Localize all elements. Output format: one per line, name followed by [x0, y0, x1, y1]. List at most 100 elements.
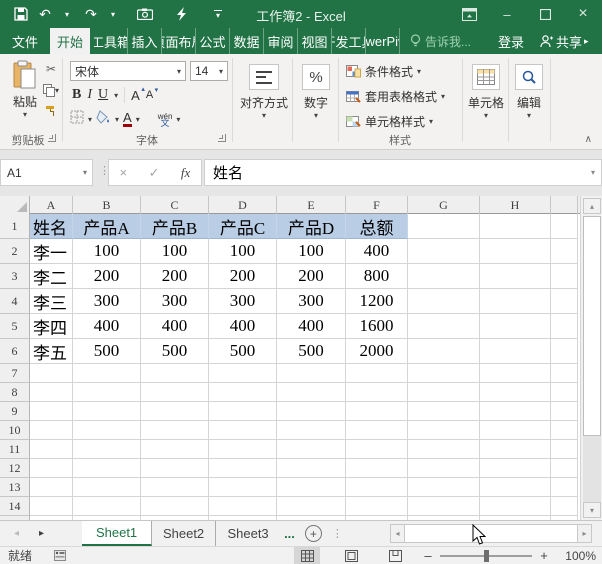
grid-cell[interactable] [480, 459, 551, 478]
grid-cell[interactable] [551, 459, 578, 478]
tell-me-box[interactable]: 告诉我... [410, 28, 484, 54]
column-header[interactable] [551, 196, 578, 214]
ribbon-tab[interactable]: 插入 [128, 28, 162, 54]
page-break-preview-button[interactable] [382, 547, 408, 564]
phonetic-dropdown-icon[interactable]: ▾ [176, 115, 180, 124]
ribbon-tab[interactable]: 开发工具 [332, 28, 366, 54]
editing-button[interactable]: 编辑 ▾ [512, 64, 546, 120]
phonetic-guide-button[interactable]: wén 文 [158, 113, 173, 127]
macro-record-icon[interactable] [54, 550, 66, 561]
grid-cell[interactable] [30, 478, 73, 497]
ribbon-display-options-icon[interactable] [450, 0, 488, 28]
format-painter-icon[interactable] [45, 105, 57, 117]
sheet-tab[interactable]: Sheet3 [216, 521, 280, 546]
grid-cell[interactable] [346, 421, 408, 440]
ribbon-tab[interactable]: 审阅 [264, 28, 298, 54]
number-format-button[interactable]: % 数字 ▾ [298, 64, 334, 120]
column-header[interactable]: G [408, 196, 480, 214]
grid-cell[interactable] [408, 402, 480, 421]
grid-cell[interactable] [551, 314, 578, 339]
grid-cell[interactable]: 李二 [30, 264, 73, 289]
grid-cell[interactable]: 400 [209, 314, 277, 339]
grid-cell[interactable] [30, 383, 73, 402]
grid-cell[interactable]: 产品D [277, 214, 346, 239]
grid-cell[interactable] [30, 440, 73, 459]
column-header[interactable]: D [209, 196, 277, 214]
zoom-out-button[interactable]: – [418, 548, 438, 563]
fill-color-icon[interactable] [96, 110, 111, 129]
page-layout-view-button[interactable] [338, 547, 364, 564]
italic-button[interactable]: I [87, 87, 92, 103]
copy-icon[interactable]: ▾ [43, 84, 59, 97]
grid-cell[interactable]: 100 [141, 239, 209, 264]
grid-cell[interactable] [30, 497, 73, 516]
grid-cell[interactable] [408, 239, 480, 264]
next-sheet-icon[interactable]: ▸ [39, 528, 44, 539]
ribbon-tab[interactable]: 数据 [230, 28, 264, 54]
grid-cell[interactable]: 总额 [346, 214, 408, 239]
grid-cell[interactable] [408, 314, 480, 339]
grid-cell[interactable] [277, 459, 346, 478]
grid-cell[interactable] [551, 478, 578, 497]
grid-cell[interactable] [30, 421, 73, 440]
font-dialog-launcher[interactable] [218, 134, 226, 142]
grid-cell[interactable]: 200 [277, 264, 346, 289]
grid-cell[interactable]: 100 [277, 239, 346, 264]
grid-cell[interactable] [408, 383, 480, 402]
grid-cell[interactable]: 300 [141, 289, 209, 314]
font-color-button[interactable]: A [123, 112, 132, 127]
zoom-slider-thumb[interactable] [484, 550, 489, 562]
grid-cell[interactable]: 300 [73, 289, 141, 314]
grid-cell[interactable]: 产品B [141, 214, 209, 239]
grid-cell[interactable] [480, 440, 551, 459]
grid-cell[interactable]: 500 [73, 339, 141, 364]
row-header[interactable]: 6 [0, 339, 30, 364]
grid-cell[interactable] [480, 214, 551, 239]
grid-cell[interactable]: 1600 [346, 314, 408, 339]
grid-cell[interactable] [551, 214, 578, 239]
grid-cell[interactable] [73, 440, 141, 459]
grid-cell[interactable] [480, 239, 551, 264]
grid-cell[interactable] [551, 364, 578, 383]
column-header[interactable]: H [480, 196, 551, 214]
maximize-button[interactable] [526, 0, 564, 28]
grid-cell[interactable] [209, 421, 277, 440]
grid-cell[interactable]: 李一 [30, 239, 73, 264]
column-header[interactable]: B [73, 196, 141, 214]
scroll-right-icon[interactable]: ▸ [577, 524, 592, 543]
paste-button[interactable]: 粘贴 ▾ [6, 60, 44, 130]
grid-cell[interactable] [141, 478, 209, 497]
grid-cell[interactable] [141, 383, 209, 402]
grid-cell[interactable] [141, 364, 209, 383]
grid-cell[interactable] [551, 402, 578, 421]
grid-cell[interactable] [408, 459, 480, 478]
grid-cell[interactable] [408, 214, 480, 239]
grid-cell[interactable]: 400 [346, 239, 408, 264]
grid-cell[interactable]: 400 [141, 314, 209, 339]
grid-cell[interactable] [346, 497, 408, 516]
grid-cell[interactable] [480, 402, 551, 421]
insert-function-icon[interactable]: fx [181, 165, 190, 181]
row-header[interactable]: 9 [0, 402, 30, 421]
grid-cell[interactable] [480, 264, 551, 289]
grow-font-button[interactable]: A▴ [131, 88, 140, 103]
zoom-slider[interactable] [440, 555, 532, 557]
grid-cell[interactable] [277, 421, 346, 440]
grid-cell[interactable] [551, 440, 578, 459]
grid-cell[interactable]: 500 [141, 339, 209, 364]
grid-cell[interactable] [141, 421, 209, 440]
cancel-entry-icon[interactable]: × [120, 165, 128, 180]
grid-cell[interactable] [209, 440, 277, 459]
expand-formula-bar-icon[interactable]: ▾ [591, 168, 595, 177]
grid-cell[interactable] [141, 440, 209, 459]
formula-input[interactable]: 姓名 ▾ [204, 159, 602, 186]
grid-cell[interactable] [408, 339, 480, 364]
grid-cell[interactable] [346, 459, 408, 478]
grid-cell[interactable] [408, 421, 480, 440]
row-header[interactable]: 13 [0, 478, 30, 497]
row-header[interactable]: 8 [0, 383, 30, 402]
row-header[interactable]: 1 [0, 214, 30, 239]
grid-cell[interactable] [551, 239, 578, 264]
grid-cell[interactable] [408, 289, 480, 314]
grid-cell[interactable] [480, 383, 551, 402]
